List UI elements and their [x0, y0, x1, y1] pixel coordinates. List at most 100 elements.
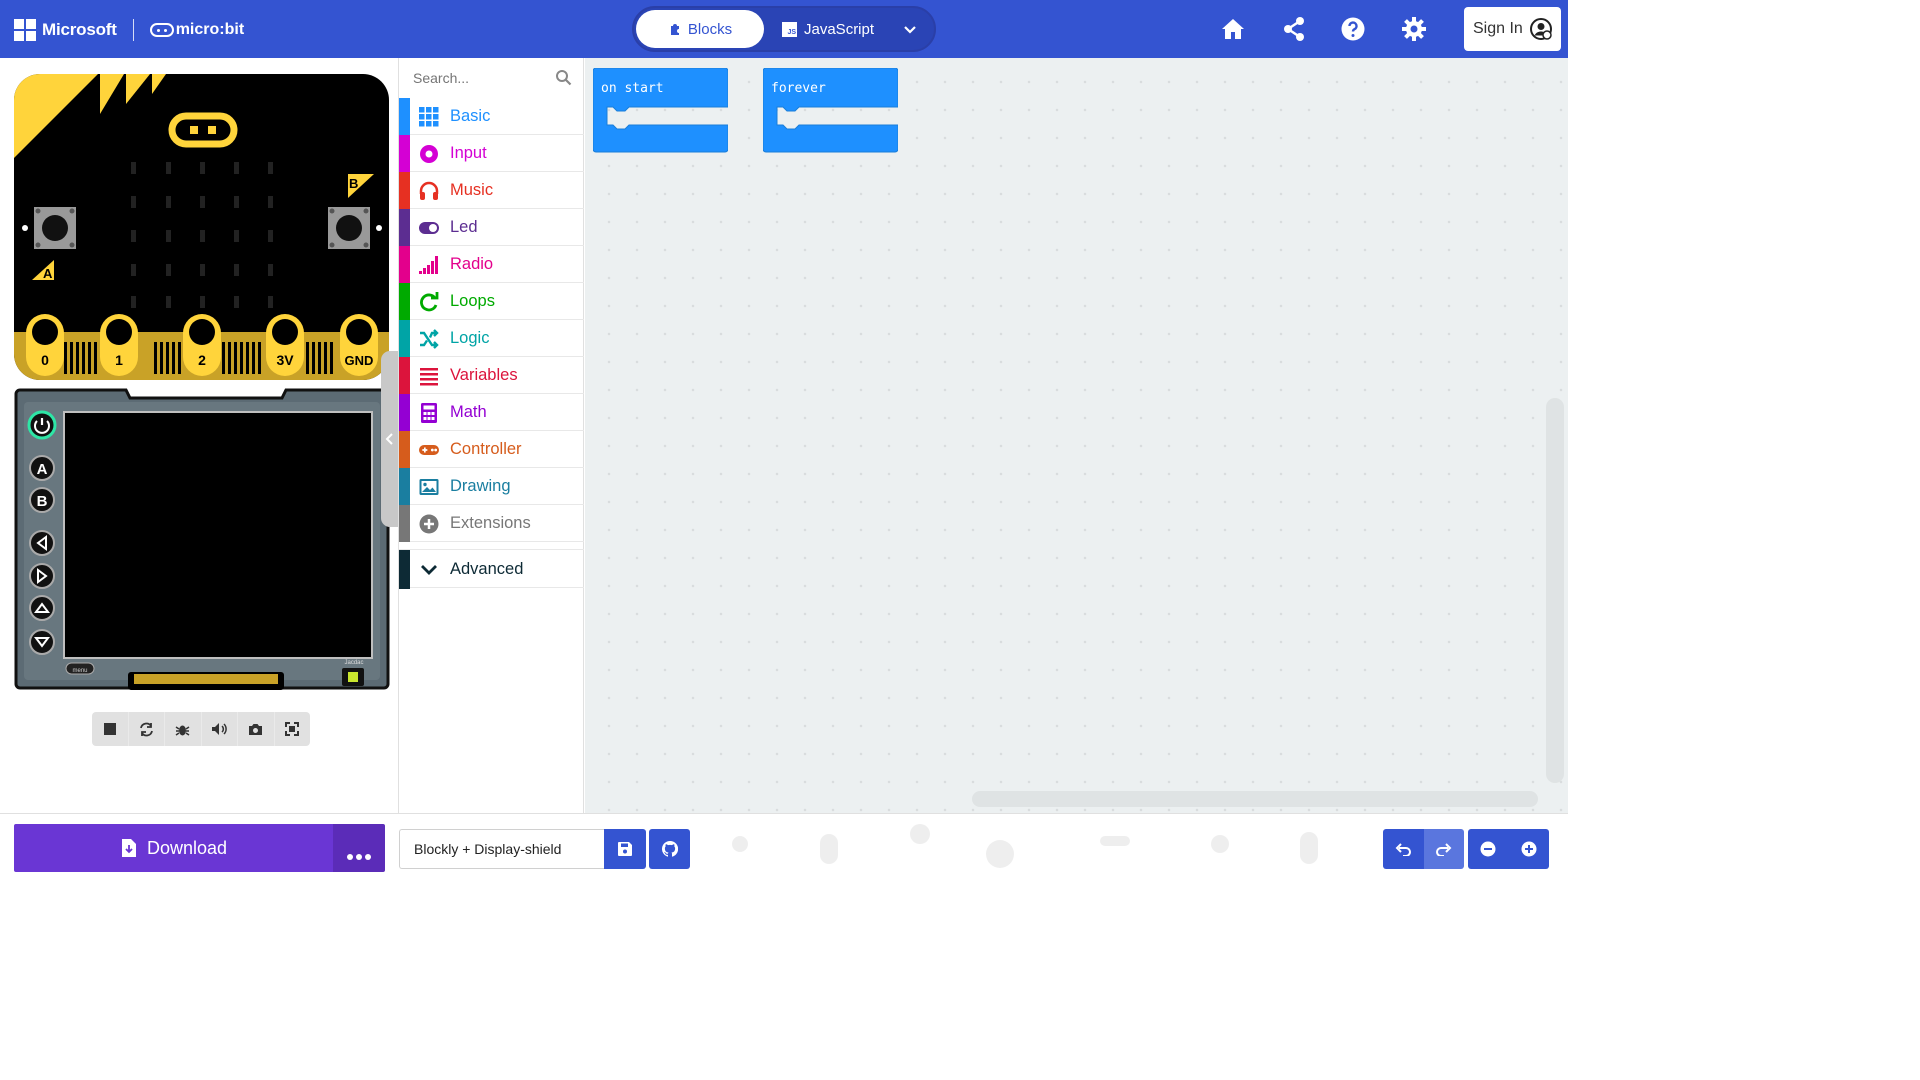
- pin-3v[interactable]: 3V: [266, 314, 304, 376]
- zoom-in-icon: [1521, 841, 1537, 857]
- grid-icon: [419, 107, 439, 127]
- shield-label-a: A: [37, 461, 48, 478]
- category-drawing[interactable]: Drawing: [399, 468, 584, 505]
- github-button[interactable]: [649, 829, 690, 869]
- category-radio[interactable]: Radio: [399, 246, 584, 283]
- power-button[interactable]: [27, 410, 57, 440]
- pin-1[interactable]: 1: [100, 314, 138, 376]
- pin-label: 1: [115, 352, 123, 368]
- sign-in-button[interactable]: Sign In: [1464, 7, 1561, 51]
- category-label: Radio: [450, 255, 494, 273]
- editor-mode-switch: Blocks JS JavaScript: [632, 6, 936, 52]
- category-loops[interactable]: Loops: [399, 283, 584, 320]
- left-arrow-button[interactable]: [29, 530, 55, 556]
- zoom-in-button[interactable]: [1508, 829, 1549, 869]
- download-button[interactable]: Download: [14, 824, 334, 872]
- on-start-block[interactable]: on start: [593, 68, 728, 156]
- category-basic[interactable]: Basic: [399, 98, 584, 135]
- mute-button[interactable]: [202, 712, 238, 746]
- chevron-down-icon[interactable]: [900, 20, 920, 40]
- toolbox: Basic Input Music Led Radio Loops Logic …: [398, 58, 584, 813]
- category-label: Input: [450, 144, 487, 162]
- category-label: Extensions: [450, 514, 531, 532]
- project-name-input[interactable]: [399, 829, 605, 869]
- javascript-icon: JS: [782, 21, 797, 37]
- right-arrow-button[interactable]: [29, 563, 55, 589]
- blocks-workspace[interactable]: on start forever: [585, 58, 1568, 813]
- vertical-scrollbar[interactable]: [1546, 398, 1564, 783]
- category-led[interactable]: Led: [399, 209, 584, 246]
- toolbox-search: [399, 58, 584, 98]
- simulator-collapse-handle[interactable]: [381, 351, 399, 527]
- category-label: Logic: [450, 329, 490, 347]
- category-logic[interactable]: Logic: [399, 320, 584, 357]
- undo-button[interactable]: [1383, 829, 1424, 869]
- menu-button[interactable]: menu: [65, 662, 95, 675]
- up-arrow-button[interactable]: [29, 595, 55, 621]
- settings-icon[interactable]: [1401, 16, 1427, 42]
- pin-0[interactable]: 0: [26, 314, 64, 376]
- help-icon[interactable]: [1340, 16, 1366, 42]
- screenshot-button[interactable]: [238, 712, 275, 746]
- share-icon[interactable]: [1281, 16, 1307, 42]
- save-button[interactable]: [604, 829, 646, 869]
- decorative-background: [732, 824, 1318, 868]
- block-label: forever: [771, 81, 826, 96]
- pin-2[interactable]: 2: [183, 314, 221, 376]
- pin-label: 0: [41, 352, 49, 368]
- loop-icon: [420, 292, 439, 312]
- chevron-left-icon: [385, 433, 393, 445]
- sound-icon: [211, 723, 227, 735]
- shield-label-b: B: [37, 493, 48, 510]
- jacdac-label: Jacdac: [344, 660, 363, 666]
- microsoft-logo-icon: [14, 19, 36, 41]
- microbit-logo-icon: [149, 23, 174, 37]
- javascript-mode-label: JavaScript: [804, 20, 875, 38]
- category-extensions[interactable]: Extensions: [399, 505, 584, 542]
- category-advanced[interactable]: Advanced: [399, 549, 584, 589]
- stop-icon: [103, 723, 116, 735]
- lines-icon: [420, 368, 438, 386]
- download-file-icon: [121, 839, 136, 857]
- restart-button[interactable]: [129, 712, 165, 746]
- search-input[interactable]: [413, 68, 553, 88]
- more-dot-icon: [356, 854, 362, 860]
- zoom-out-icon: [1480, 841, 1496, 857]
- pin-label: 2: [198, 352, 206, 368]
- button-b[interactable]: [328, 207, 370, 249]
- javascript-mode-button[interactable]: JS JavaScript: [782, 10, 892, 48]
- button-a[interactable]: [34, 207, 76, 249]
- undo-redo-group: [1383, 829, 1464, 869]
- shield-button-a[interactable]: A: [29, 455, 55, 481]
- category-controller[interactable]: Controller: [399, 431, 584, 468]
- shield-button-b[interactable]: B: [29, 487, 55, 513]
- zoom-out-button[interactable]: [1468, 829, 1509, 869]
- search-icon[interactable]: [555, 69, 572, 86]
- blocks-mode-button[interactable]: Blocks: [636, 10, 764, 48]
- category-input[interactable]: Input: [399, 135, 584, 172]
- image-icon: [419, 479, 439, 495]
- redo-button[interactable]: [1423, 829, 1464, 869]
- simulator-toolbar: [92, 712, 310, 746]
- label-b: B: [349, 176, 358, 191]
- pin-label: 3V: [276, 352, 294, 368]
- forever-block[interactable]: forever: [763, 68, 898, 156]
- microbit-board[interactable]: A B 0 1 2 3V GND: [14, 74, 389, 380]
- horizontal-scrollbar[interactable]: [972, 791, 1538, 807]
- stop-button[interactable]: [92, 712, 129, 746]
- header-bar: Microsoft micro:bit Blocks JS JavaScript…: [0, 0, 1568, 58]
- pin-gnd[interactable]: GND: [340, 314, 378, 376]
- home-icon[interactable]: [1220, 16, 1246, 42]
- category-label: Controller: [450, 440, 522, 458]
- brand[interactable]: Microsoft micro:bit: [14, 18, 244, 42]
- debug-button[interactable]: [165, 712, 202, 746]
- down-arrow-button[interactable]: [29, 629, 55, 655]
- download-options-button[interactable]: [333, 824, 385, 872]
- category-variables[interactable]: Variables: [399, 357, 584, 394]
- display-shield[interactable]: A B menu Jacdac: [14, 388, 390, 690]
- fullscreen-button[interactable]: [275, 712, 311, 746]
- redo-icon: [1435, 843, 1452, 856]
- more-dot-icon: [347, 854, 353, 860]
- category-music[interactable]: Music: [399, 172, 584, 209]
- category-math[interactable]: Math: [399, 394, 584, 431]
